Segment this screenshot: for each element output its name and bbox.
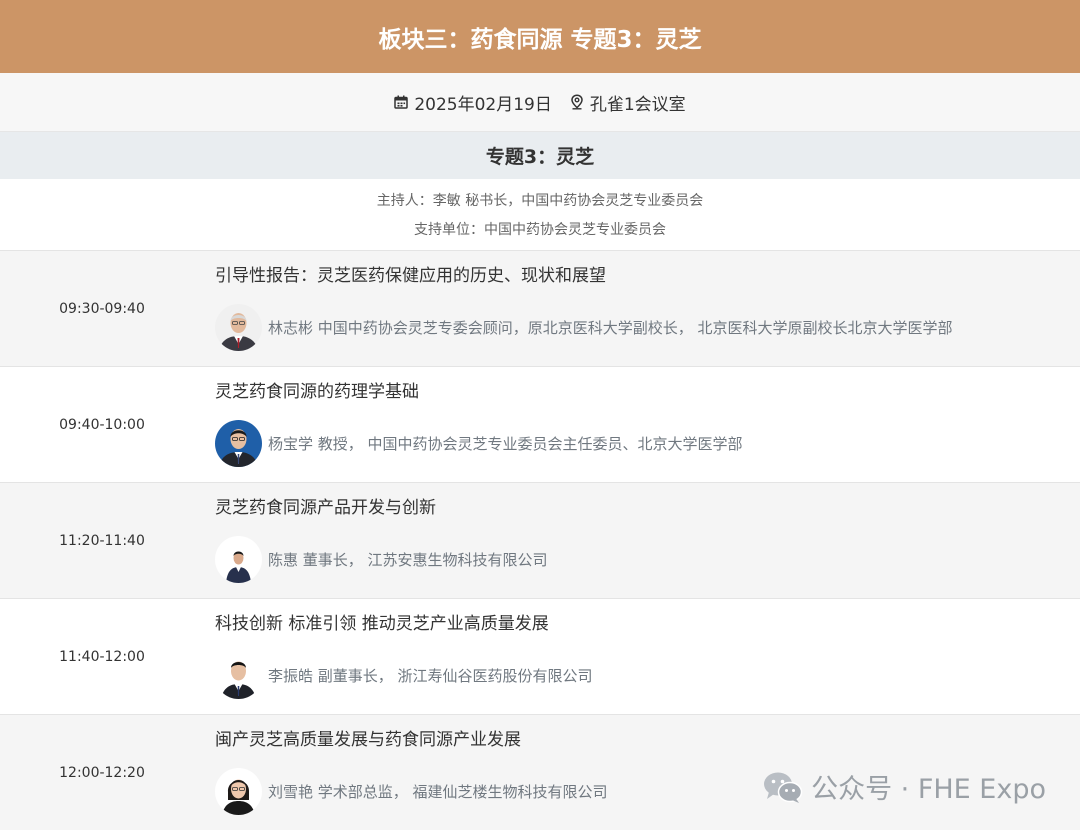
agenda-page: 板块三：药食同源 专题3：灵芝 2025年02月19日 孔雀1会议室 专题3：灵… — [0, 0, 1080, 832]
session-time: 11:40-12:00 — [59, 648, 145, 665]
event-location: 孔雀1会议室 — [589, 94, 686, 115]
section-banner: 板块三：药食同源 专题3：灵芝 — [0, 0, 1080, 73]
session-title: 引导性报告：灵芝医药保健应用的历史、现状和展望 — [215, 266, 606, 286]
session-title: 灵芝药食同源产品开发与创新 — [215, 498, 436, 518]
session-row: 09:40-10:00 灵芝药食同源的药理学基础 杨宝学 教授， 中国中药协会灵… — [0, 366, 1080, 482]
banner-title: 板块三：药食同源 专题3：灵芝 — [378, 26, 702, 53]
speaker-avatar — [215, 768, 262, 815]
topic-info: 主持人：李敏 秘书长，中国中药协会灵芝专业委员会 支持单位：中国中药协会灵芝专业… — [0, 179, 1080, 250]
topic-title: 专题3：灵芝 — [485, 146, 595, 168]
session-row: 11:20-11:40 灵芝药食同源产品开发与创新 陈惠 董事长， 江苏安惠生物… — [0, 482, 1080, 598]
session-time: 11:20-11:40 — [59, 532, 145, 549]
speaker-info: 刘雪艳 学术部总监， 福建仙芝楼生物科技有限公司 — [268, 783, 608, 801]
speaker-info: 陈惠 董事长， 江苏安惠生物科技有限公司 — [268, 551, 548, 569]
event-date: 2025年02月19日 — [414, 94, 552, 115]
session-time: 09:40-10:00 — [59, 416, 145, 433]
session-time: 12:00-12:20 — [59, 764, 145, 781]
session-title: 闽产灵芝高质量发展与药食同源产业发展 — [215, 730, 521, 750]
wechat-icon — [763, 770, 803, 804]
speaker-avatar — [215, 304, 262, 351]
session-row: 09:30-09:40 引导性报告：灵芝医药保健应用的历史、现状和展望 林志彬 … — [0, 250, 1080, 366]
topic-header: 专题3：灵芝 — [0, 132, 1080, 179]
session-title: 灵芝药食同源的药理学基础 — [215, 382, 419, 402]
watermark: 公众号 · FHE Expo — [763, 767, 1046, 806]
speaker-info: 杨宝学 教授， 中国中药协会灵芝专业委员会主任委员、北京大学医学部 — [268, 435, 743, 453]
session-time: 09:30-09:40 — [59, 300, 145, 317]
speaker-avatar — [215, 420, 262, 467]
speaker-avatar — [215, 536, 262, 583]
speaker-info: 李振皓 副董事长， 浙江寿仙谷医药股份有限公司 — [268, 667, 593, 685]
host-line: 主持人：李敏 秘书长，中国中药协会灵芝专业委员会 — [376, 193, 704, 209]
watermark-text: 公众号 · FHE Expo — [811, 774, 1046, 805]
session-title: 科技创新 标准引领 推动灵芝产业高质量发展 — [215, 614, 549, 634]
support-line: 支持单位：中国中药协会灵芝专业委员会 — [414, 222, 666, 238]
session-row: 11:40-12:00 科技创新 标准引领 推动灵芝产业高质量发展 李振皓 副董… — [0, 598, 1080, 714]
meta-bar: 2025年02月19日 孔雀1会议室 — [0, 73, 1080, 132]
calendar-icon — [394, 95, 409, 109]
speaker-info: 林志彬 中国中药协会灵芝专委会顾问，原北京医科大学副校长， 北京医科大学原副校长… — [268, 319, 953, 337]
location-pin-icon — [570, 94, 584, 110]
speaker-avatar — [215, 652, 262, 699]
